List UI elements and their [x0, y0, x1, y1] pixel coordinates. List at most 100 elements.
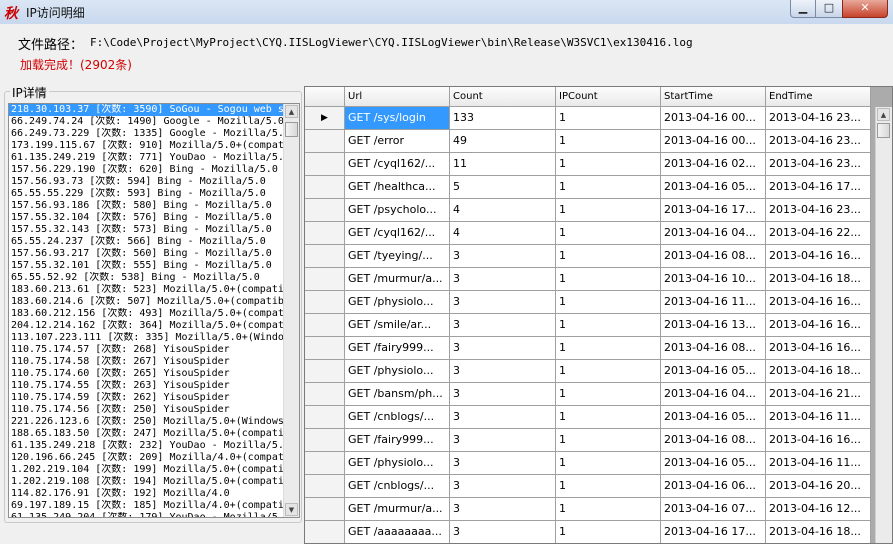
cell-count[interactable]: 11 [450, 153, 556, 176]
grid-row[interactable]: GET /tyeying/... 3 1 2013-04-16 08... 2013-0… [305, 245, 871, 268]
cell-starttime[interactable]: 2013-04-16 00... [661, 107, 766, 130]
cell-ipcount[interactable]: 1 [556, 452, 661, 475]
ip-list-item[interactable]: 1.202.219.108 [次数: 194] Mozilla/5.0+(com… [9, 476, 283, 488]
cell-ipcount[interactable]: 1 [556, 222, 661, 245]
ip-list-item[interactable]: 204.12.214.162 [次数: 364] Mozilla/5.0+(co… [9, 320, 283, 332]
cell-url[interactable]: GET /physiolo... [345, 360, 450, 383]
cell-count[interactable]: 3 [450, 475, 556, 498]
cell-count[interactable]: 3 [450, 452, 556, 475]
cell-url[interactable]: GET /fairy999... [345, 429, 450, 452]
cell-ipcount[interactable]: 1 [556, 314, 661, 337]
cell-ipcount[interactable]: 1 [556, 176, 661, 199]
ip-list-item[interactable]: 183.60.214.6 [次数: 507] Mozilla/5.0+(comp… [9, 296, 283, 308]
grid-row[interactable]: GET /healthca... 5 1 2013-04-16 05... 2013-0… [305, 176, 871, 199]
grid-row[interactable]: GET /error 49 1 2013-04-16 00... 2013-04-16 … [305, 130, 871, 153]
cell-endtime[interactable]: 2013-04-16 12... [766, 498, 871, 521]
cell-endtime[interactable]: 2013-04-16 16... [766, 314, 871, 337]
cell-url[interactable]: GET /tyeying/... [345, 245, 450, 268]
row-header[interactable] [305, 360, 345, 383]
scroll-thumb[interactable] [285, 122, 298, 137]
cell-starttime[interactable]: 2013-04-16 05... [661, 406, 766, 429]
ip-list-item[interactable]: 183.60.212.156 [次数: 493] Mozilla/5.0+(co… [9, 308, 283, 320]
cell-count[interactable]: 3 [450, 314, 556, 337]
ip-list-item[interactable]: 65.55.24.237 [次数: 566] Bing - Mozilla/5.… [9, 236, 283, 248]
cell-url[interactable]: GET /cnblogs/... [345, 406, 450, 429]
cell-count[interactable]: 4 [450, 199, 556, 222]
cell-starttime[interactable]: 2013-04-16 08... [661, 337, 766, 360]
ip-list-item[interactable]: 110.75.174.59 [次数: 262] YisouSpider [9, 392, 283, 404]
row-header[interactable] [305, 222, 345, 245]
cell-starttime[interactable]: 2013-04-16 11... [661, 291, 766, 314]
grid-row[interactable]: GET /murmur/a... 3 1 2013-04-16 07... 2013-0… [305, 498, 871, 521]
cell-count[interactable]: 3 [450, 429, 556, 452]
grid-row[interactable]: GET /fairy999... 3 1 2013-04-16 08... 2013-0… [305, 337, 871, 360]
cell-starttime[interactable]: 2013-04-16 07... [661, 498, 766, 521]
cell-starttime[interactable]: 2013-04-16 10... [661, 268, 766, 291]
ip-list-item[interactable]: 157.55.32.143 [次数: 573] Bing - Mozilla/5… [9, 224, 283, 236]
cell-starttime[interactable]: 2013-04-16 08... [661, 429, 766, 452]
cell-url[interactable]: GET /healthca... [345, 176, 450, 199]
ip-list-item[interactable]: 66.249.73.229 [次数: 1335] Google - Mozill… [9, 128, 283, 140]
grid-row[interactable]: GET /bansm/ph... 3 1 2013-04-16 04... 2013-0… [305, 383, 871, 406]
cell-endtime[interactable]: 2013-04-16 16... [766, 337, 871, 360]
ip-list-item[interactable]: 61.135.249.218 [次数: 232] YouDao - Mozill… [9, 440, 283, 452]
grid-row[interactable]: GET /cyql162/... 11 1 2013-04-16 02... 2013-… [305, 153, 871, 176]
ip-list-item[interactable]: 65.55.52.92 [次数: 538] Bing - Mozilla/5.0 [9, 272, 283, 284]
grid-row[interactable]: GET /cnblogs/... 3 1 2013-04-16 06... 2013-0… [305, 475, 871, 498]
cell-starttime[interactable]: 2013-04-16 17... [661, 521, 766, 543]
ip-list-item[interactable]: 188.65.183.50 [次数: 247] Mozilla/5.0+(com… [9, 428, 283, 440]
cell-ipcount[interactable]: 1 [556, 199, 661, 222]
ip-list-item[interactable]: 157.55.32.101 [次数: 555] Bing - Mozilla/5… [9, 260, 283, 272]
row-header[interactable] [305, 153, 345, 176]
ip-list-item[interactable]: 110.75.174.57 [次数: 268] YisouSpider [9, 344, 283, 356]
cell-ipcount[interactable]: 1 [556, 268, 661, 291]
cell-ipcount[interactable]: 1 [556, 521, 661, 543]
cell-endtime[interactable]: 2013-04-16 23... [766, 130, 871, 153]
cell-endtime[interactable]: 2013-04-16 11... [766, 452, 871, 475]
ip-list-item[interactable]: 110.75.174.60 [次数: 265] YisouSpider [9, 368, 283, 380]
cell-count[interactable]: 133 [450, 107, 556, 130]
row-header[interactable] [305, 521, 345, 543]
cell-count[interactable]: 3 [450, 383, 556, 406]
ip-list-item[interactable]: 65.55.55.229 [次数: 593] Bing - Mozilla/5.… [9, 188, 283, 200]
cell-count[interactable]: 3 [450, 245, 556, 268]
ip-list-item[interactable]: 114.82.176.91 [次数: 192] Mozilla/4.0 [9, 488, 283, 500]
ip-list-item[interactable]: 69.197.189.15 [次数: 185] Mozilla/4.0+(com… [9, 500, 283, 512]
maximize-button[interactable]: □ [815, 0, 843, 18]
cell-url[interactable]: GET /murmur/a... [345, 268, 450, 291]
grid-row[interactable]: GET /murmur/a... 3 1 2013-04-16 10... 2013-0… [305, 268, 871, 291]
cell-url[interactable]: GET /aaaaaaaa... [345, 521, 450, 543]
cell-endtime[interactable]: 2013-04-16 22... [766, 222, 871, 245]
row-header[interactable] [305, 452, 345, 475]
cell-count[interactable]: 3 [450, 521, 556, 543]
ip-list-item[interactable]: 221.226.123.6 [次数: 250] Mozilla/5.0+(Win… [9, 416, 283, 428]
cell-ipcount[interactable]: 1 [556, 337, 661, 360]
cell-count[interactable]: 3 [450, 360, 556, 383]
cell-url[interactable]: GET /error [345, 130, 450, 153]
cell-endtime[interactable]: 2013-04-16 18... [766, 268, 871, 291]
cell-ipcount[interactable]: 1 [556, 245, 661, 268]
cell-starttime[interactable]: 2013-04-16 17... [661, 199, 766, 222]
cell-url[interactable]: GET /physiolo... [345, 291, 450, 314]
grid-scroll-thumb[interactable] [877, 123, 890, 138]
ip-list-item[interactable]: 157.56.93.186 [次数: 580] Bing - Mozilla/5… [9, 200, 283, 212]
title-bar[interactable]: 秋 IP访问明细 ▁ □ ✕ [0, 0, 893, 24]
cell-ipcount[interactable]: 1 [556, 153, 661, 176]
cell-count[interactable]: 3 [450, 406, 556, 429]
cell-endtime[interactable]: 2013-04-16 11... [766, 406, 871, 429]
ip-list-item[interactable]: 183.60.213.61 [次数: 523] Mozilla/5.0+(com… [9, 284, 283, 296]
cell-count[interactable]: 3 [450, 337, 556, 360]
grid-row[interactable]: GET /smile/ar... 3 1 2013-04-16 13... 2013-0… [305, 314, 871, 337]
grid-scrollbar[interactable]: ▲ [875, 107, 892, 543]
cell-ipcount[interactable]: 1 [556, 475, 661, 498]
cell-url[interactable]: GET /sys/login [345, 107, 450, 130]
cell-count[interactable]: 5 [450, 176, 556, 199]
minimize-button[interactable]: ▁ [790, 0, 816, 18]
cell-starttime[interactable]: 2013-04-16 02... [661, 153, 766, 176]
grid-row[interactable]: GET /physiolo... 3 1 2013-04-16 05... 2013-0… [305, 452, 871, 475]
cell-starttime[interactable]: 2013-04-16 13... [661, 314, 766, 337]
ip-list-item[interactable]: 110.75.174.56 [次数: 250] YisouSpider [9, 404, 283, 416]
row-header[interactable] [305, 268, 345, 291]
cell-ipcount[interactable]: 1 [556, 383, 661, 406]
ip-list-item[interactable]: 157.56.93.73 [次数: 594] Bing - Mozilla/5.… [9, 176, 283, 188]
